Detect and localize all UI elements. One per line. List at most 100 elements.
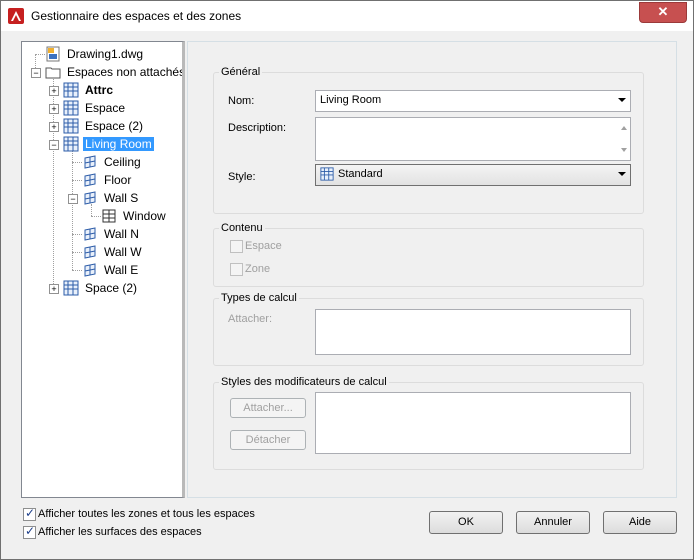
show-all-label: Afficher toutes les zones et tous les es… bbox=[38, 508, 255, 520]
opening-icon bbox=[102, 209, 116, 223]
tree-item[interactable]: Window bbox=[101, 207, 168, 225]
window-title: Gestionnaire des espaces et des zones bbox=[31, 9, 242, 23]
space-grid-icon bbox=[63, 82, 79, 98]
tree-item-label: Living Room bbox=[83, 137, 154, 151]
tree-guide bbox=[35, 54, 45, 55]
tree-item-label: Espaces non attachés bbox=[67, 65, 185, 79]
expand-icon[interactable]: + bbox=[49, 86, 59, 96]
expand-icon[interactable]: + bbox=[49, 284, 59, 294]
tree-item-label: Wall E bbox=[104, 263, 139, 277]
dwg-file-icon bbox=[46, 46, 60, 62]
surface-icon bbox=[84, 263, 96, 277]
space-grid-icon bbox=[63, 136, 79, 152]
show-surfaces-checkbox[interactable]: ✓ bbox=[23, 524, 36, 539]
style-combo[interactable]: Standard bbox=[315, 164, 631, 186]
tree-item-label: Window bbox=[123, 209, 166, 223]
tree-item-label: Space (2) bbox=[85, 281, 138, 295]
style-label: Style: bbox=[228, 171, 256, 183]
space-checkbox[interactable] bbox=[230, 240, 243, 253]
space-grid-icon bbox=[320, 167, 334, 181]
tree-guide bbox=[72, 270, 82, 271]
tree-guide bbox=[72, 234, 82, 235]
chevron-down-icon bbox=[618, 98, 626, 102]
tree-item[interactable]: Espace bbox=[63, 99, 127, 117]
tree-item-label: Floor bbox=[104, 173, 132, 187]
help-button[interactable]: Aide bbox=[603, 511, 677, 534]
collapse-icon[interactable]: − bbox=[31, 68, 41, 78]
tree-item-label: Wall N bbox=[104, 227, 139, 241]
title-bar: Gestionnaire des espaces et des zones ✕ bbox=[1, 1, 693, 31]
tree-guide bbox=[91, 216, 101, 217]
tree-item[interactable]: Wall E bbox=[82, 261, 140, 279]
contents-group-title: Contenu bbox=[219, 222, 265, 234]
chevron-down-icon bbox=[618, 172, 626, 176]
expand-icon[interactable]: + bbox=[49, 122, 59, 132]
cancel-button[interactable]: Annuler bbox=[516, 511, 590, 534]
calc-styles-group-title: Styles des modificateurs de calcul bbox=[219, 376, 389, 388]
folder-icon bbox=[45, 67, 61, 79]
zone-checkbox-label: Zone bbox=[245, 263, 271, 275]
space-grid-icon bbox=[63, 280, 79, 296]
name-combo[interactable]: Living Room bbox=[315, 90, 631, 112]
app-icon bbox=[8, 8, 24, 24]
tree-item[interactable]: Space (2) bbox=[63, 279, 139, 297]
show-all-checkbox[interactable]: ✓ bbox=[23, 506, 36, 521]
collapse-icon[interactable]: − bbox=[49, 140, 59, 150]
calc-types-list[interactable] bbox=[315, 309, 631, 355]
tree-guide bbox=[72, 252, 82, 253]
expand-icon[interactable]: + bbox=[49, 104, 59, 114]
ok-button[interactable]: OK bbox=[429, 511, 503, 534]
name-value: Living Room bbox=[320, 94, 382, 106]
collapse-icon[interactable]: − bbox=[68, 194, 78, 204]
tree-item-label: Drawing1.dwg bbox=[67, 47, 144, 61]
description-label: Description: bbox=[228, 122, 287, 134]
space-tree[interactable]: Drawing1.dwg − Espaces non attachés + At… bbox=[21, 41, 185, 498]
tree-item-label: Espace (2) bbox=[85, 119, 144, 133]
surface-icon bbox=[84, 191, 96, 205]
check-icon: ✓ bbox=[25, 524, 36, 538]
tree-guide bbox=[72, 180, 82, 181]
surface-icon bbox=[84, 245, 96, 259]
general-group-title: Général bbox=[219, 66, 263, 78]
dialog-window: Gestionnaire des espaces et des zones ✕ … bbox=[0, 0, 694, 560]
calc-types-attach-label: Attacher: bbox=[228, 313, 273, 325]
close-icon: ✕ bbox=[657, 4, 669, 19]
tree-item[interactable]: Attrc bbox=[63, 81, 115, 99]
calc-types-group-title: Types de calcul bbox=[219, 292, 299, 304]
name-label: Nom: bbox=[228, 95, 255, 107]
tree-item-label: Espace bbox=[85, 101, 126, 115]
description-field[interactable] bbox=[315, 117, 631, 161]
surface-icon bbox=[84, 227, 96, 241]
tree-item[interactable]: Floor bbox=[82, 171, 133, 189]
tree-item[interactable]: Wall N bbox=[82, 225, 141, 243]
tree-item-label: Ceiling bbox=[104, 155, 141, 169]
space-checkbox-label: Espace bbox=[245, 240, 282, 252]
detach-button[interactable]: Détacher bbox=[230, 430, 306, 450]
attach-button[interactable]: Attacher... bbox=[230, 398, 306, 418]
zone-checkbox[interactable] bbox=[230, 263, 243, 276]
tree-item-selected[interactable]: Living Room bbox=[63, 135, 154, 153]
tree-item-label: Attrc bbox=[85, 83, 114, 97]
tree-item-label: Wall S bbox=[104, 191, 139, 205]
show-surfaces-label: Afficher les surfaces des espaces bbox=[38, 526, 202, 538]
tree-item[interactable]: Espaces non attachés bbox=[45, 63, 185, 81]
contents-group bbox=[213, 228, 644, 287]
properties-panel: Général Nom: Living Room Description: St… bbox=[187, 41, 677, 498]
space-grid-icon bbox=[63, 100, 79, 116]
tree-item[interactable]: Ceiling bbox=[82, 153, 143, 171]
tree-item[interactable]: Drawing1.dwg bbox=[45, 45, 145, 63]
calc-styles-list[interactable] bbox=[315, 392, 631, 454]
tree-item-label: Wall W bbox=[104, 245, 142, 259]
surface-icon bbox=[84, 155, 96, 169]
tree-guide bbox=[72, 162, 82, 163]
surface-icon bbox=[84, 173, 96, 187]
tree-item[interactable]: Espace (2) bbox=[63, 117, 145, 135]
style-value: Standard bbox=[338, 168, 383, 180]
scroll-down-icon[interactable] bbox=[621, 148, 627, 152]
space-grid-icon bbox=[63, 118, 79, 134]
scroll-up-icon[interactable] bbox=[621, 126, 627, 130]
tree-item[interactable]: Wall W bbox=[82, 243, 144, 261]
check-icon: ✓ bbox=[25, 506, 36, 520]
tree-item[interactable]: Wall S bbox=[82, 189, 140, 207]
close-button[interactable]: ✕ bbox=[639, 2, 687, 23]
